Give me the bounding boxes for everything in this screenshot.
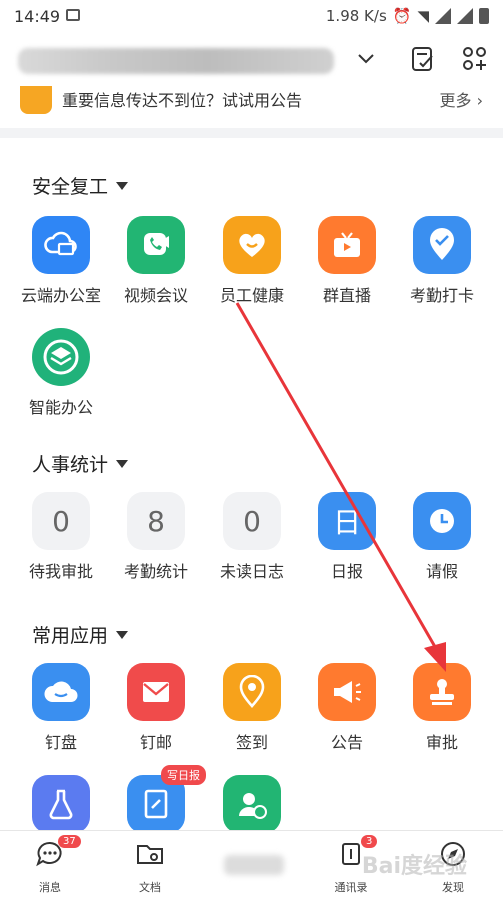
folder-icon	[137, 845, 163, 864]
app-leave[interactable]: 请假	[394, 492, 490, 582]
stat-attendance[interactable]: 8 考勤统计	[108, 492, 204, 582]
app-label: 视频会议	[123, 286, 188, 305]
stat-value: 0	[223, 492, 281, 550]
location-check-icon	[413, 216, 471, 274]
megaphone-icon	[318, 663, 376, 721]
app-ding-mail[interactable]: 钉邮	[108, 663, 204, 753]
app-ding-drive[interactable]: 钉盘	[13, 663, 109, 753]
tab-label: 发现	[442, 881, 464, 894]
app-approval[interactable]: 审批	[394, 663, 490, 753]
app-attendance-clock[interactable]: 考勤打卡	[394, 216, 490, 306]
section-title-common[interactable]: 常用应用	[32, 621, 129, 648]
section-divider	[0, 128, 503, 138]
tv-live-icon	[318, 216, 376, 274]
stat-unread-logs[interactable]: 0 未读日志	[204, 492, 300, 582]
alarm-icon: ⏰	[392, 7, 412, 25]
caret-down-icon	[116, 181, 129, 190]
status-right: 1.98 K/s ⏰ ◥	[326, 7, 489, 25]
stat-label: 未读日志	[219, 562, 284, 581]
video-call-icon	[127, 216, 185, 274]
tab-docs[interactable]: 文档	[115, 839, 185, 895]
signal2-icon	[457, 8, 473, 24]
app-label: 审批	[425, 733, 458, 752]
caret-down-icon	[116, 459, 129, 468]
stat-value: 0	[32, 492, 90, 550]
app-label: 考勤打卡	[409, 286, 474, 305]
watermark: Bai度经验	[361, 854, 467, 879]
app-label: 钉邮	[139, 733, 172, 752]
app-check-in[interactable]: 签到	[204, 663, 300, 753]
app-label: 云端办公室	[20, 286, 101, 305]
app-label: 智能办公	[28, 398, 93, 417]
flask-icon	[32, 775, 90, 833]
stat-label: 考勤统计	[123, 562, 188, 581]
app-announcement[interactable]: 公告	[299, 663, 395, 753]
header	[0, 34, 503, 90]
caret-down-icon	[116, 630, 129, 639]
chevron-down-icon[interactable]	[356, 48, 376, 68]
messages-badge: 37	[58, 835, 81, 848]
app-label: 钉盘	[44, 733, 77, 752]
app-contact-call[interactable]	[204, 775, 300, 833]
org-name-blurred[interactable]	[18, 48, 334, 74]
wifi-icon: ◥	[417, 7, 429, 25]
app-label: 员工健康	[219, 286, 284, 305]
image-notification-icon	[66, 9, 80, 21]
network-speed: 1.98 K/s	[325, 7, 387, 25]
stat-label: 待我审批	[28, 562, 93, 581]
app-label: 群直播	[322, 286, 371, 305]
checkin-pin-icon	[223, 663, 281, 721]
app-group-live[interactable]: 群直播	[299, 216, 395, 306]
app-label: 日报	[330, 562, 363, 581]
contact-call-icon	[223, 775, 281, 833]
app-write-daily[interactable]: 写日报	[108, 765, 206, 833]
section-title-safe[interactable]: 安全复工	[32, 172, 129, 199]
clock-icon	[413, 492, 471, 550]
battery-icon	[479, 8, 489, 24]
announcement-more-link[interactable]: 更多 ›	[440, 87, 484, 111]
section-title-hr[interactable]: 人事统计	[32, 450, 129, 477]
tab-label: 消息	[39, 881, 61, 894]
app-label: 请假	[425, 562, 458, 581]
apps-grid-icon[interactable]	[460, 44, 490, 74]
app-cloud-office[interactable]: 云端办公室	[13, 216, 109, 306]
write-daily-badge: 写日报	[161, 765, 206, 785]
stamp-icon	[413, 663, 471, 721]
notebook-icon: 写日报	[127, 765, 206, 833]
status-time: 14:49	[14, 7, 61, 26]
megaphone-badge-icon	[20, 86, 52, 114]
stat-pending-approval[interactable]: 0 待我审批	[13, 492, 109, 582]
stat-value: 8	[127, 492, 185, 550]
daily-report-icon: 日	[318, 492, 376, 550]
app-smart-office[interactable]: 智能办公	[13, 328, 109, 418]
contacts-badge: 3	[361, 835, 378, 848]
app-employee-health[interactable]: 员工健康	[204, 216, 300, 306]
announcement-text: 重要信息传达不到位？试试用公告	[62, 91, 303, 110]
app-label: 公告	[330, 733, 363, 752]
tab-label: 通讯录	[334, 881, 368, 894]
signal-icon	[435, 8, 451, 24]
app-label: 签到	[235, 733, 268, 752]
layers-icon	[32, 328, 90, 386]
cloud-office-icon	[32, 216, 90, 274]
heart-smile-icon	[223, 216, 281, 274]
tab-center-blurred[interactable]	[224, 855, 284, 875]
tab-messages[interactable]: 37 消息	[15, 835, 85, 895]
cloud-drive-icon	[32, 663, 90, 721]
tab-label: 文档	[139, 881, 161, 894]
status-bar: 14:49 1.98 K/s ⏰ ◥	[0, 0, 503, 34]
announcement-bar[interactable]: 重要信息传达不到位？试试用公告 更多 ›	[0, 84, 503, 124]
mail-icon	[127, 663, 185, 721]
app-video-meeting[interactable]: 视频会议	[108, 216, 204, 306]
app-flask[interactable]	[13, 775, 109, 833]
todo-edit-icon[interactable]	[408, 44, 438, 74]
app-daily-report[interactable]: 日 日报	[299, 492, 395, 582]
